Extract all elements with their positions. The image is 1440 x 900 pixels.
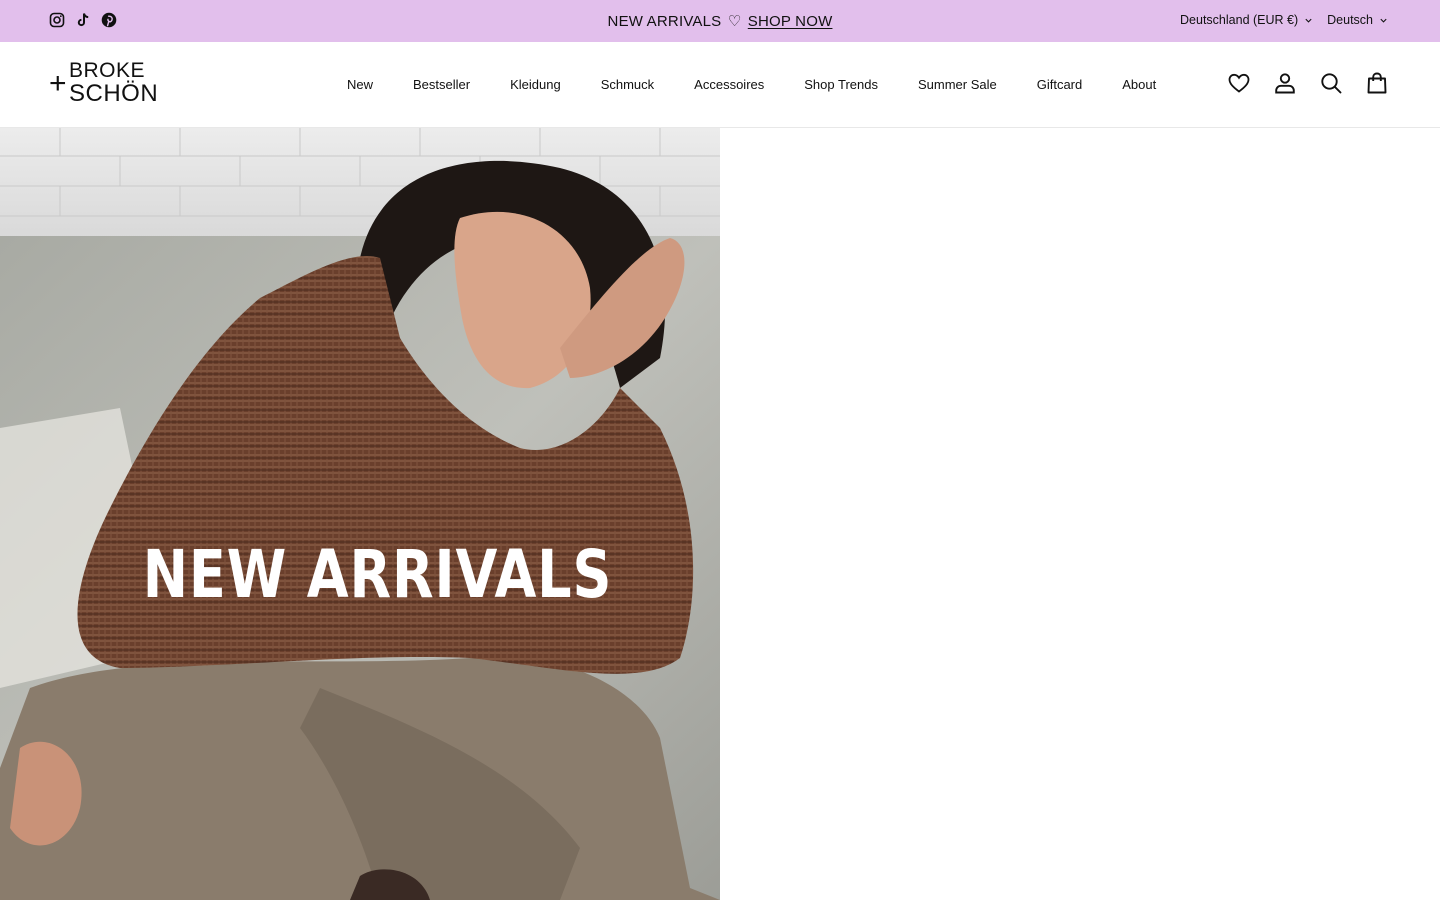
logo-line-2: SCHÖN: [69, 80, 159, 107]
announcement-text: NEW ARRIVALS: [607, 13, 722, 30]
country-selector[interactable]: Deutschland (EUR €): [1180, 13, 1313, 27]
cart-button[interactable]: [1364, 70, 1390, 96]
account-icon: [1275, 73, 1295, 94]
wishlist-button[interactable]: [1226, 70, 1252, 96]
logo-plus: +: [49, 67, 67, 100]
bag-icon: [1367, 72, 1387, 94]
site-header: + BROKE SCHÖN New Bestseller Kleidung Sc…: [0, 42, 1440, 128]
logo[interactable]: + BROKE SCHÖN: [49, 59, 158, 108]
country-label: Deutschland (EUR €): [1180, 13, 1299, 27]
heart-icon: [1228, 73, 1250, 93]
nav-item-bestseller[interactable]: Bestseller: [413, 77, 470, 92]
locale-selectors: Deutschland (EUR €) Deutsch: [1180, 13, 1388, 27]
header-actions: [1226, 70, 1390, 96]
language-selector[interactable]: Deutsch: [1327, 13, 1388, 27]
hero-banner[interactable]: NEW ARRIVALS: [0, 128, 720, 900]
heart-glyph: ♡: [727, 13, 742, 30]
chevron-down-icon: [1380, 18, 1387, 23]
nav-item-about[interactable]: About: [1122, 77, 1156, 92]
announcement-bar: NEW ARRIVALS ♡ SHOP NOW Deutschland (EUR…: [0, 0, 1440, 42]
search-icon: [1321, 73, 1342, 94]
chevron-down-icon: [1305, 18, 1312, 23]
nav-item-shop-trends[interactable]: Shop Trends: [804, 77, 878, 92]
nav-item-accessoires[interactable]: Accessoires: [694, 77, 764, 92]
hero-image: [0, 128, 720, 900]
nav-item-new[interactable]: New: [347, 77, 373, 92]
hero-title: NEW ARRIVALS: [142, 536, 613, 613]
logo-line-1: BROKE: [69, 59, 146, 82]
account-button[interactable]: [1272, 70, 1298, 96]
language-label: Deutsch: [1327, 13, 1373, 27]
right-pane: [720, 128, 1440, 900]
main-nav: New Bestseller Kleidung Schmuck Accessoi…: [347, 77, 1156, 92]
search-button[interactable]: [1318, 70, 1344, 96]
nav-item-kleidung[interactable]: Kleidung: [510, 77, 561, 92]
nav-item-giftcard[interactable]: Giftcard: [1037, 77, 1083, 92]
shop-now-link[interactable]: SHOP NOW: [748, 13, 833, 30]
nav-item-schmuck[interactable]: Schmuck: [601, 77, 654, 92]
nav-item-summer-sale[interactable]: Summer Sale: [918, 77, 997, 92]
